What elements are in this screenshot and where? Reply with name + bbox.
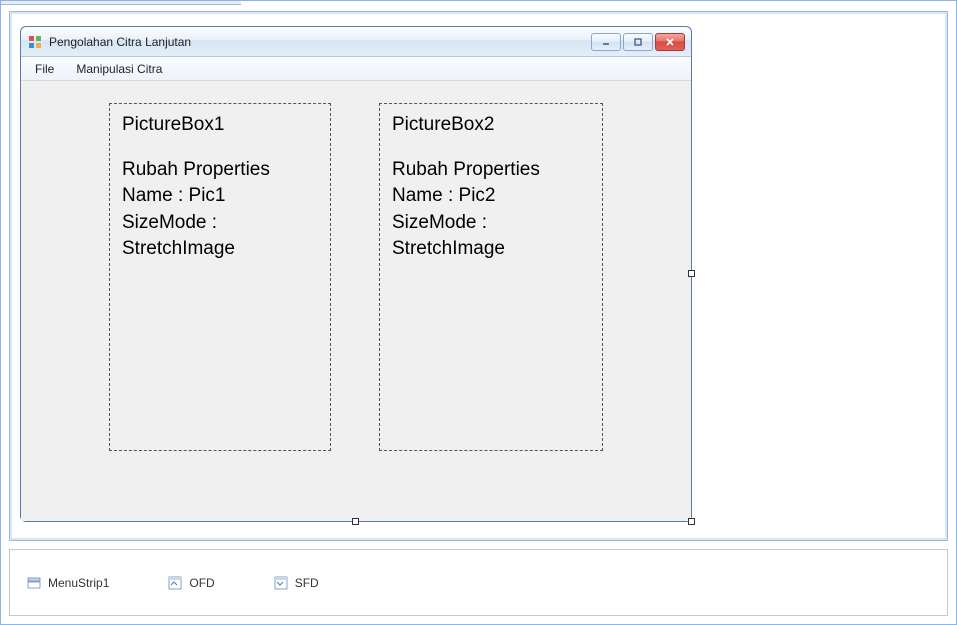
maximize-button[interactable]	[623, 33, 653, 51]
window-title: Pengolahan Citra Lanjutan	[49, 35, 591, 49]
tab-strip-remnant	[1, 1, 241, 5]
menustrip-icon	[26, 575, 42, 591]
picturebox-1-line: Rubah Properties	[122, 157, 318, 184]
picturebox-1-title: PictureBox1	[122, 112, 318, 139]
component-tray: MenuStrip1 OFD SFD	[9, 549, 948, 616]
tray-menustrip[interactable]: MenuStrip1	[26, 575, 109, 591]
picturebox-1-line: SizeMode :	[122, 210, 318, 237]
menu-manipulasi-citra[interactable]: Manipulasi Citra	[66, 60, 172, 78]
tray-sfd[interactable]: SFD	[273, 575, 319, 591]
minimize-button[interactable]	[591, 33, 621, 51]
menu-strip: File Manipulasi Citra	[21, 57, 691, 81]
menu-file[interactable]: File	[25, 60, 64, 78]
save-file-dialog-icon	[273, 575, 289, 591]
tray-ofd-label: OFD	[189, 576, 214, 590]
window-controls	[591, 33, 685, 51]
picturebox-1-line: Name : Pic1	[122, 183, 318, 210]
close-button[interactable]	[655, 33, 685, 51]
picturebox-2-line: Rubah Properties	[392, 157, 590, 184]
app-icon	[27, 34, 43, 50]
picturebox-2-line: Name : Pic2	[392, 183, 590, 210]
tray-sfd-label: SFD	[295, 576, 319, 590]
designer-surface[interactable]: Pengolahan Citra Lanjutan File Manipulas…	[9, 11, 948, 541]
form-client-area[interactable]: PictureBox1 Rubah Properties Name : Pic1…	[21, 81, 691, 521]
tray-menustrip-label: MenuStrip1	[48, 576, 109, 590]
title-bar: Pengolahan Citra Lanjutan	[21, 27, 691, 57]
open-file-dialog-icon	[167, 575, 183, 591]
picturebox-2-title: PictureBox2	[392, 112, 590, 139]
picturebox-1-line: StretchImage	[122, 236, 318, 263]
tray-ofd[interactable]: OFD	[167, 575, 214, 591]
resize-handle-bottom[interactable]	[352, 518, 359, 525]
form-window[interactable]: Pengolahan Citra Lanjutan File Manipulas…	[20, 26, 692, 522]
picturebox-2[interactable]: PictureBox2 Rubah Properties Name : Pic2…	[379, 103, 603, 451]
designer-root: Pengolahan Citra Lanjutan File Manipulas…	[0, 0, 957, 625]
picturebox-2-line: SizeMode :	[392, 210, 590, 237]
picturebox-2-line: StretchImage	[392, 236, 590, 263]
picturebox-1[interactable]: PictureBox1 Rubah Properties Name : Pic1…	[109, 103, 331, 451]
resize-handle-corner[interactable]	[688, 518, 695, 525]
resize-handle-right[interactable]	[688, 270, 695, 277]
